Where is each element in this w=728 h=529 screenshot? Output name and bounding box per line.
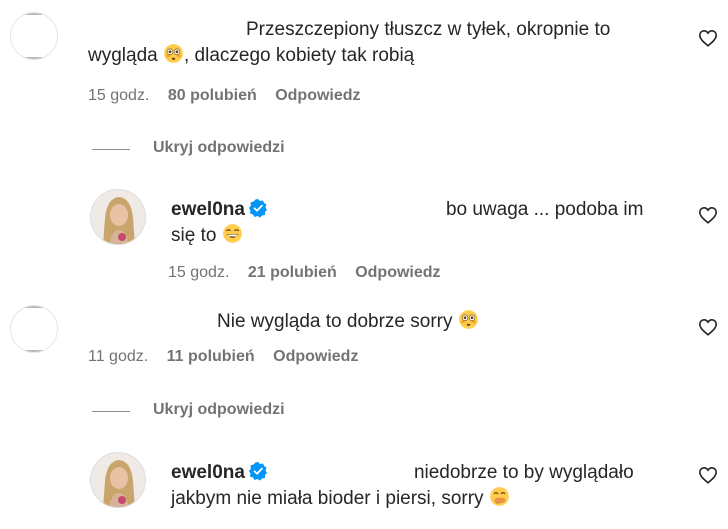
reply-meta: 15 godz. 21 polubień Odpowiedz [168,264,455,282]
heart-icon[interactable] [698,29,718,47]
username[interactable]: ewel0na [171,199,245,220]
reply-button[interactable]: Odpowiedz [273,348,358,365]
comment-meta: 15 godz. 80 polubień Odpowiedz [88,87,375,105]
redacted-mention [267,477,414,478]
timestamp: 15 godz. [168,264,230,281]
hand-over-mouth-emoji [489,486,510,507]
reply-button[interactable]: Odpowiedz [275,87,360,104]
likes-count[interactable]: 21 polubień [248,264,337,281]
grinning-face-emoji [222,223,243,244]
heart-icon[interactable] [698,206,718,224]
heart-icon[interactable] [698,466,718,484]
avatar[interactable] [90,189,146,245]
verified-badge-icon [248,198,268,218]
avatar[interactable] [10,12,58,60]
timestamp: 15 godz. [88,87,150,104]
hide-replies-button[interactable]: Ukryj odpowiedzi [153,139,285,157]
profile-photo-icon [91,190,145,244]
comment-meta: 11 godz. 11 polubień Odpowiedz [88,348,372,366]
heart-icon[interactable] [698,318,718,336]
reply-button[interactable]: Odpowiedz [355,264,440,281]
reply-text: ewel0na niedobrze to by wyglądało jakbym … [171,461,634,509]
divider-line [92,149,130,150]
avatar[interactable] [10,305,58,353]
verified-badge-icon [248,461,268,481]
profile-photo-icon [91,453,145,507]
likes-count[interactable]: 80 polubień [168,87,257,104]
avatar[interactable] [90,452,146,508]
username[interactable]: ewel0na [171,462,245,483]
comment-text: Nie wygląda to dobrze sorry [88,309,698,335]
divider-line [92,411,130,412]
flushed-face-emoji [163,43,184,64]
reply-text: ewel0na bo uwaga ... podoba im się to [171,198,644,246]
comment-text: Przeszczepiony tłuszcz w tyłek, okropnie… [88,19,611,66]
redacted-username [88,34,246,35]
redacted-mention [267,214,446,215]
timestamp: 11 godz. [88,348,149,365]
flushed-face-emoji [458,309,479,330]
hide-replies-button[interactable]: Ukryj odpowiedzi [153,401,285,419]
redacted-username [88,326,217,327]
likes-count[interactable]: 11 polubień [167,348,255,365]
